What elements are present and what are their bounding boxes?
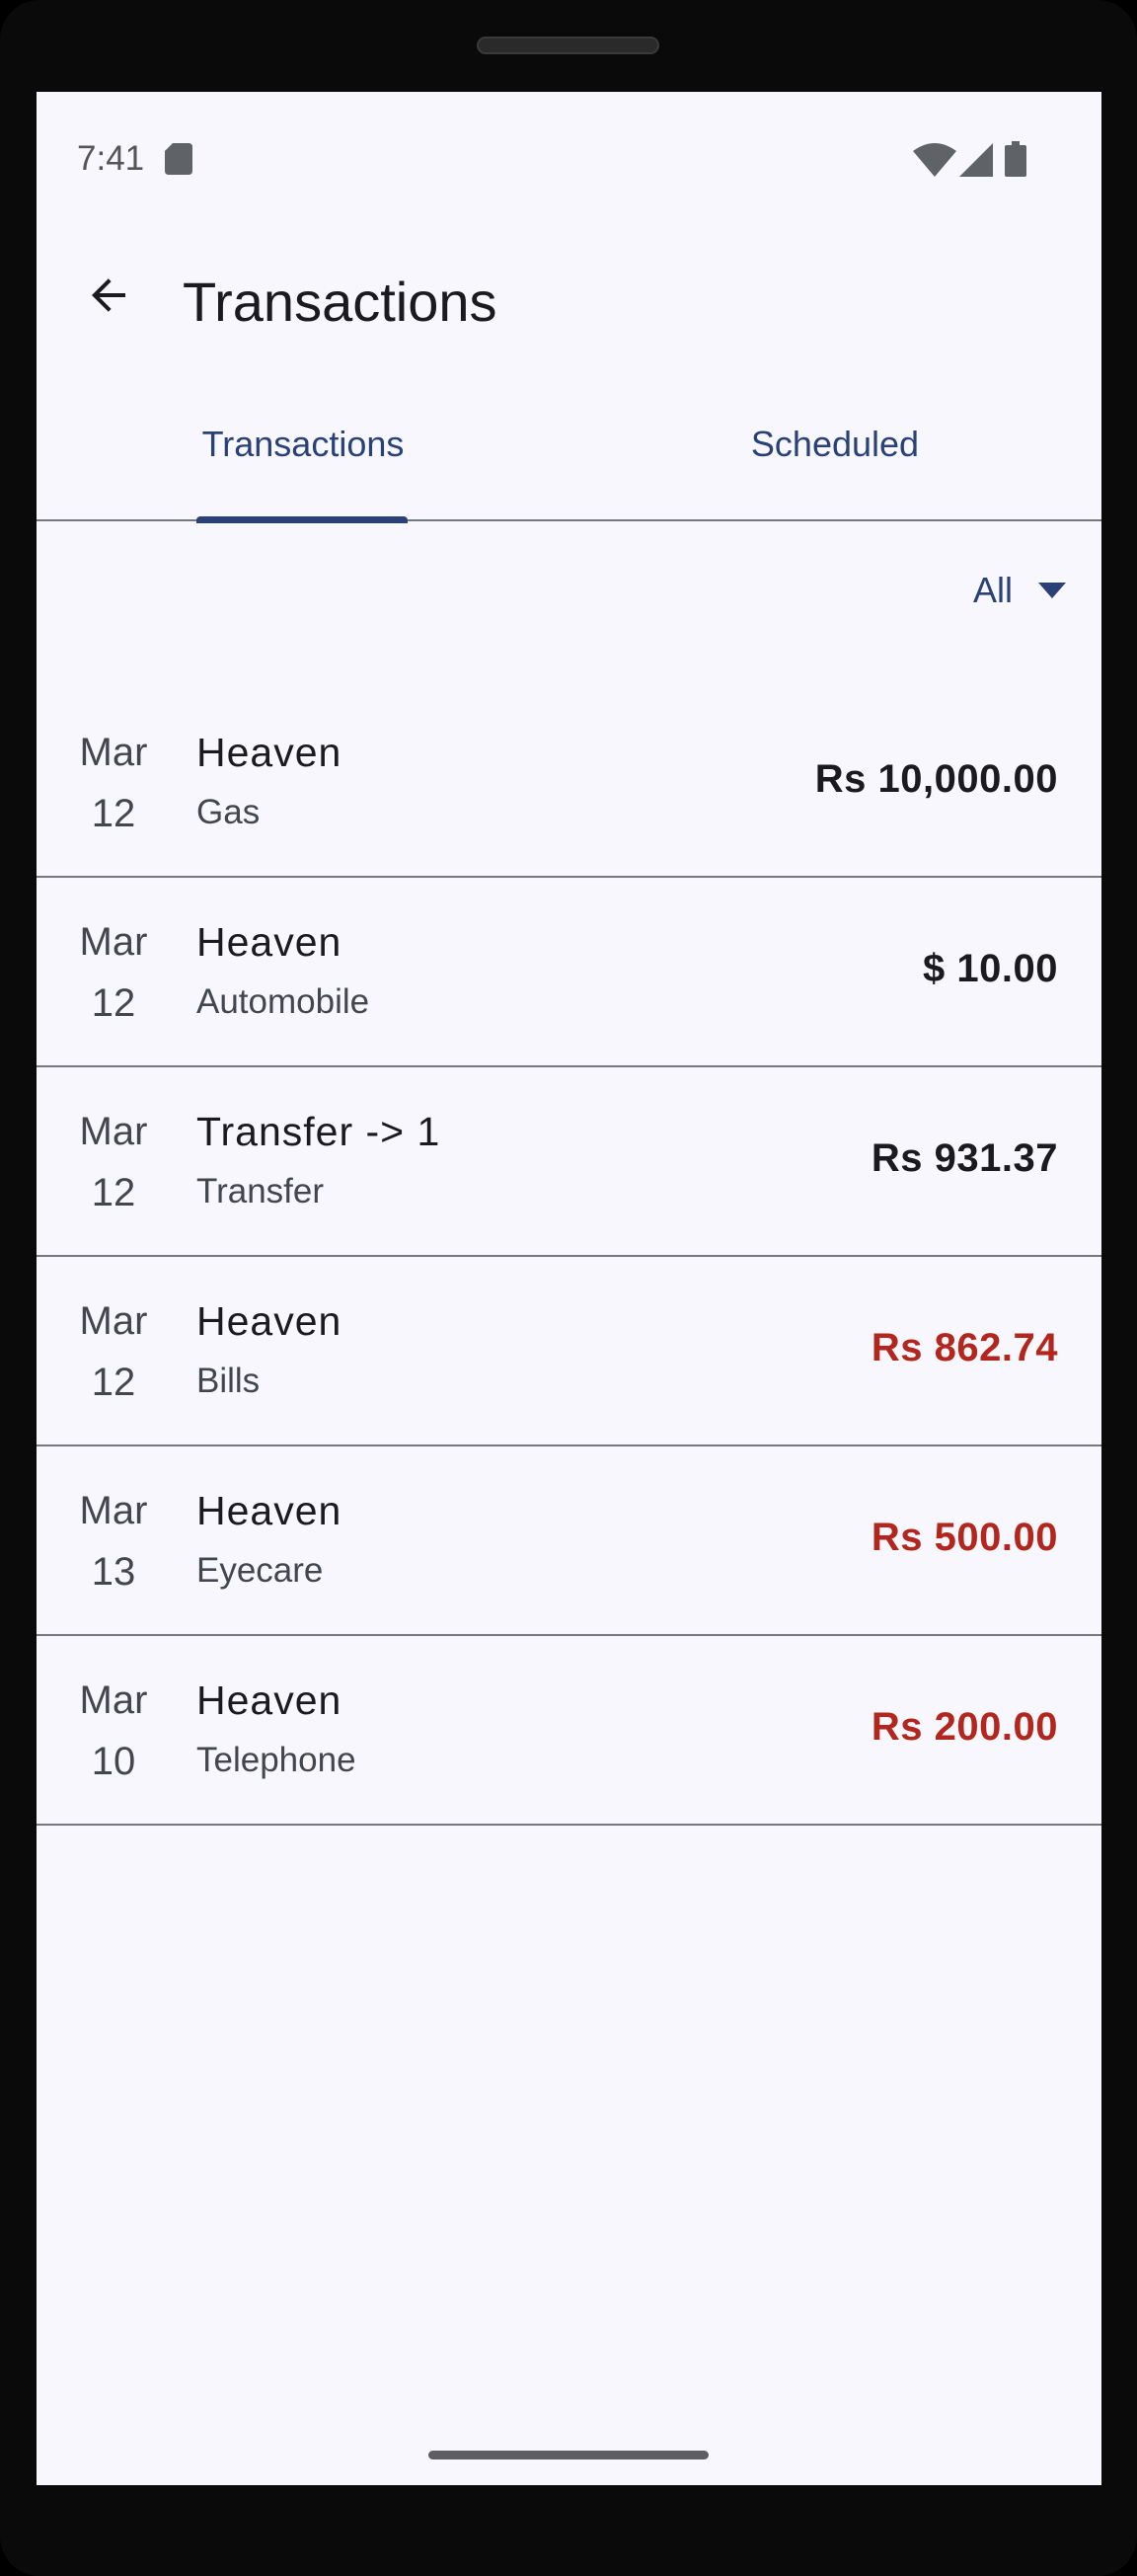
transaction-category: Transfer [196, 1172, 325, 1210]
battery-icon [1005, 141, 1026, 177]
transaction-day: 12 [91, 792, 136, 835]
filter-selected-value: All [972, 570, 1013, 610]
filter-dropdown[interactable]: All [973, 556, 1066, 625]
transaction-date: Mar 12 [54, 722, 173, 844]
transaction-category: Automobile [196, 982, 370, 1021]
transaction-amount: Rs 500.00 [871, 1516, 1058, 1559]
tab-bar: Transactions Scheduled [37, 368, 1101, 523]
transaction-category: Gas [196, 793, 261, 831]
transaction-day: 13 [91, 1550, 136, 1594]
transaction-payee: Heaven [196, 1488, 342, 1533]
back-button[interactable] [74, 260, 145, 331]
transaction-amount: Rs 931.37 [871, 1136, 1058, 1180]
transaction-day: 12 [91, 1361, 136, 1404]
transaction-month: Mar [79, 1299, 148, 1343]
transaction-payee: Heaven [196, 1298, 342, 1344]
transaction-row[interactable]: Mar 12 Heaven Gas Rs 10,000.00 [37, 688, 1101, 878]
transaction-category: Bills [196, 1362, 261, 1400]
tab-transactions-label: Transactions [201, 423, 405, 464]
tab-indicator [196, 516, 408, 523]
transaction-row[interactable]: Mar 10 Heaven Telephone Rs 200.00 [37, 1636, 1101, 1826]
status-time: 7:41 [77, 139, 145, 178]
transaction-category: Telephone [196, 1741, 356, 1779]
transaction-date: Mar 12 [54, 1290, 173, 1413]
transaction-month: Mar [79, 1678, 148, 1722]
transaction-day: 12 [91, 1171, 136, 1214]
tab-scheduled[interactable]: Scheduled [568, 368, 1101, 519]
gesture-navigation-bar[interactable] [428, 2451, 709, 2459]
transaction-payee: Heaven [196, 919, 342, 965]
screen: 7:41 Transactions Transactions Scheduled… [37, 92, 1101, 2485]
transaction-date: Mar 10 [54, 1670, 173, 1792]
transaction-month: Mar [79, 731, 148, 774]
transaction-month: Mar [79, 920, 148, 964]
transaction-amount: $ 10.00 [923, 947, 1058, 990]
app-bar: Transactions [37, 230, 1101, 368]
transaction-month: Mar [79, 1110, 148, 1153]
transaction-payee: Heaven [196, 1678, 342, 1723]
transaction-payee: Transfer -> 1 [196, 1109, 441, 1154]
transaction-amount: Rs 200.00 [871, 1705, 1058, 1749]
transaction-day: 10 [91, 1740, 136, 1783]
transaction-date: Mar 13 [54, 1480, 173, 1602]
transaction-day: 12 [91, 981, 136, 1025]
status-bar: 7:41 [37, 92, 1101, 230]
transaction-date: Mar 12 [54, 1101, 173, 1223]
tab-transactions[interactable]: Transactions [37, 368, 569, 519]
page-title: Transactions [183, 271, 497, 333]
cell-signal-icon [959, 143, 993, 177]
transaction-row[interactable]: Mar 12 Heaven Bills Rs 862.74 [37, 1257, 1101, 1446]
arrow-back-icon [92, 278, 125, 312]
wifi-icon [913, 143, 956, 177]
transaction-list: Mar 12 Heaven Gas Rs 10,000.00 Mar 12 Heaven Aut… [37, 688, 1101, 1826]
transaction-row[interactable]: Mar 12 Transfer -> 1 Transfer Rs 931.37 [37, 1067, 1101, 1257]
caret-down-icon [1038, 583, 1066, 598]
transaction-row[interactable]: Mar 12 Heaven Automobile $ 10.00 [37, 878, 1101, 1067]
transaction-month: Mar [79, 1489, 148, 1532]
transaction-date: Mar 12 [54, 911, 173, 1034]
transaction-amount: Rs 10,000.00 [814, 757, 1058, 801]
transaction-amount: Rs 862.74 [871, 1326, 1058, 1369]
speaker-grille [477, 37, 659, 54]
transaction-category: Eyecare [196, 1551, 324, 1590]
transaction-payee: Heaven [196, 730, 342, 775]
tab-scheduled-label: Scheduled [750, 423, 920, 464]
phone-frame: 7:41 Transactions Transactions Scheduled… [0, 0, 1137, 2576]
transaction-row[interactable]: Mar 13 Heaven Eyecare Rs 500.00 [37, 1446, 1101, 1636]
sd-card-icon [165, 143, 192, 175]
